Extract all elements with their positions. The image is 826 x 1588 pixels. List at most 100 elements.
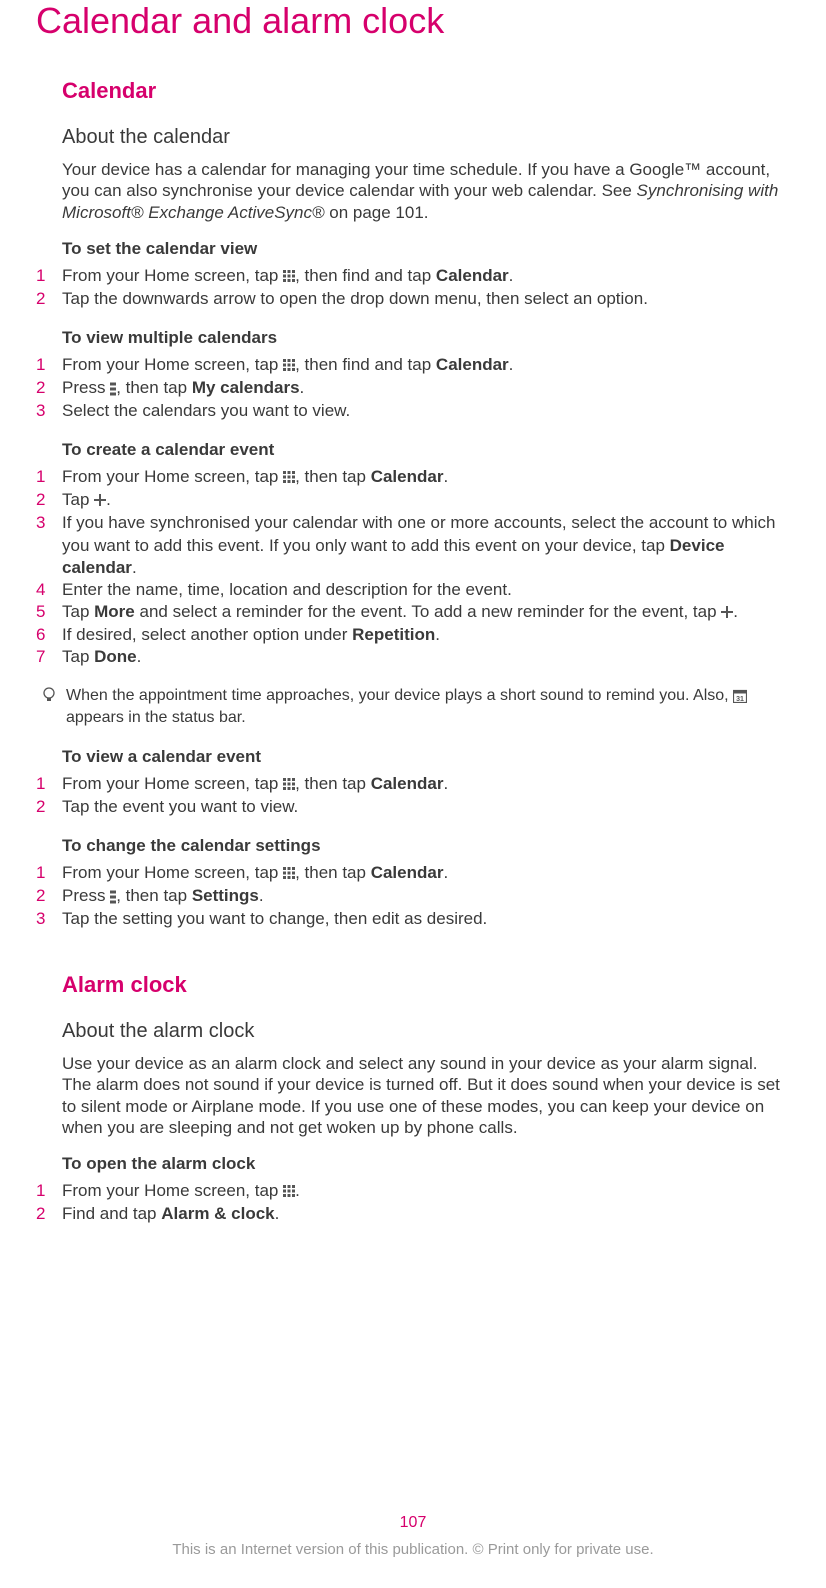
view-multiple-calendars-heading: To view multiple calendars [62, 328, 790, 348]
list-item: 7Tap Done. [62, 646, 790, 668]
text: . [137, 647, 142, 666]
bold-text: Alarm & clock [161, 1204, 274, 1223]
apps-grid-icon [283, 774, 295, 796]
bold-text: My calendars [192, 378, 300, 397]
text: , then find and tap [295, 355, 436, 374]
text: When the appointment time approaches, yo… [66, 687, 733, 704]
bold-text: Calendar [371, 863, 444, 882]
page-title: Calendar and alarm clock [36, 0, 790, 42]
step-number: 3 [36, 908, 62, 930]
step-number: 2 [36, 796, 62, 818]
list-item: 1From your Home screen, tap . [62, 1180, 790, 1203]
list-item: 3Tap the setting you want to change, the… [62, 908, 790, 930]
text: , then find and tap [295, 266, 436, 285]
step-number: 1 [36, 862, 62, 885]
bold-text: Calendar [436, 355, 509, 374]
text: Tap the setting you want to change, then… [62, 908, 790, 930]
bold-text: Calendar [371, 467, 444, 486]
text: . [733, 602, 738, 621]
view-calendar-event-heading: To view a calendar event [62, 747, 790, 767]
list-item: 2Press , then tap Settings. [62, 885, 790, 908]
text: on page 101. [325, 203, 429, 222]
text: and select a reminder for the event. To … [135, 602, 722, 621]
text: Press [62, 886, 110, 905]
apps-grid-icon [283, 1181, 295, 1203]
create-calendar-event-heading: To create a calendar event [62, 440, 790, 460]
view-multiple-calendars-steps: 1From your Home screen, tap , then find … [62, 354, 790, 422]
text: If you have synchronised your calendar w… [62, 513, 775, 554]
create-calendar-event-steps: 1From your Home screen, tap , then tap C… [62, 466, 790, 668]
text: . [300, 378, 305, 397]
text: Tap [62, 647, 94, 666]
step-number: 7 [36, 646, 62, 668]
page-number: 107 [0, 1514, 826, 1532]
step-number: 5 [36, 601, 62, 624]
list-item: 1From your Home screen, tap , then find … [62, 265, 790, 288]
list-item: 3Select the calendars you want to view. [62, 400, 790, 422]
step-number: 4 [36, 579, 62, 601]
step-number: 1 [36, 354, 62, 377]
text: Tap the event you want to view. [62, 796, 790, 818]
list-item: 4Enter the name, time, location and desc… [62, 579, 790, 601]
text: . [443, 467, 448, 486]
text: Press [62, 378, 110, 397]
text: Enter the name, time, location and descr… [62, 579, 790, 601]
view-calendar-event-steps: 1From your Home screen, tap , then tap C… [62, 773, 790, 818]
list-item: 6If desired, select another option under… [62, 624, 790, 646]
list-item: 2Tap . [62, 489, 790, 512]
apps-grid-icon [283, 266, 295, 288]
list-item: 3If you have synchronised your calendar … [62, 512, 790, 578]
text: . [132, 558, 137, 577]
list-item: 2Press , then tap My calendars. [62, 377, 790, 400]
apps-grid-icon [283, 355, 295, 377]
step-number: 1 [36, 466, 62, 489]
text: , then tap [295, 774, 371, 793]
apps-grid-icon [283, 467, 295, 489]
about-alarm-clock-body: Use your device as an alarm clock and se… [62, 1053, 790, 1138]
step-number: 2 [36, 377, 62, 400]
tip-note: When the appointment time approaches, yo… [62, 686, 790, 729]
text: , then tap [295, 863, 371, 882]
text: From your Home screen, tap [62, 467, 283, 486]
set-calendar-view-steps: 1From your Home screen, tap , then find … [62, 265, 790, 310]
plus-icon [721, 602, 733, 624]
step-number: 2 [36, 489, 62, 512]
plus-icon [94, 490, 106, 512]
text: . [106, 490, 111, 509]
list-item: 2Tap the downwards arrow to open the dro… [62, 288, 790, 310]
list-item: 1From your Home screen, tap , then tap C… [62, 862, 790, 885]
text: . [295, 1181, 300, 1200]
text: . [443, 863, 448, 882]
open-alarm-clock-steps: 1From your Home screen, tap . 2Find and … [62, 1180, 790, 1225]
list-item: 1From your Home screen, tap , then find … [62, 354, 790, 377]
text: . [443, 774, 448, 793]
apps-grid-icon [283, 863, 295, 885]
about-alarm-clock-heading: About the alarm clock [62, 1020, 790, 1043]
alarm-clock-heading: Alarm clock [62, 972, 790, 998]
text: . [509, 355, 514, 374]
text: From your Home screen, tap [62, 774, 283, 793]
bold-text: Calendar [436, 266, 509, 285]
step-number: 2 [36, 885, 62, 908]
step-number: 1 [36, 1180, 62, 1203]
bold-text: Repetition [352, 625, 435, 644]
step-number: 2 [36, 288, 62, 310]
text: . [509, 266, 514, 285]
list-item: 5Tap More and select a reminder for the … [62, 601, 790, 624]
text: From your Home screen, tap [62, 355, 283, 374]
text: , then tap [116, 886, 192, 905]
text: , then tap [116, 378, 192, 397]
text: From your Home screen, tap [62, 863, 283, 882]
text: From your Home screen, tap [62, 1181, 283, 1200]
bold-text: Settings [192, 886, 259, 905]
calendar-heading: Calendar [62, 78, 790, 104]
set-calendar-view-heading: To set the calendar view [62, 239, 790, 259]
text: From your Home screen, tap [62, 266, 283, 285]
step-number: 1 [36, 265, 62, 288]
about-calendar-body: Your device has a calendar for managing … [62, 159, 790, 223]
step-number: 3 [36, 512, 62, 578]
text: Tap [62, 602, 94, 621]
lightbulb-icon [42, 686, 66, 729]
text: . [275, 1204, 280, 1223]
open-alarm-clock-heading: To open the alarm clock [62, 1154, 790, 1174]
